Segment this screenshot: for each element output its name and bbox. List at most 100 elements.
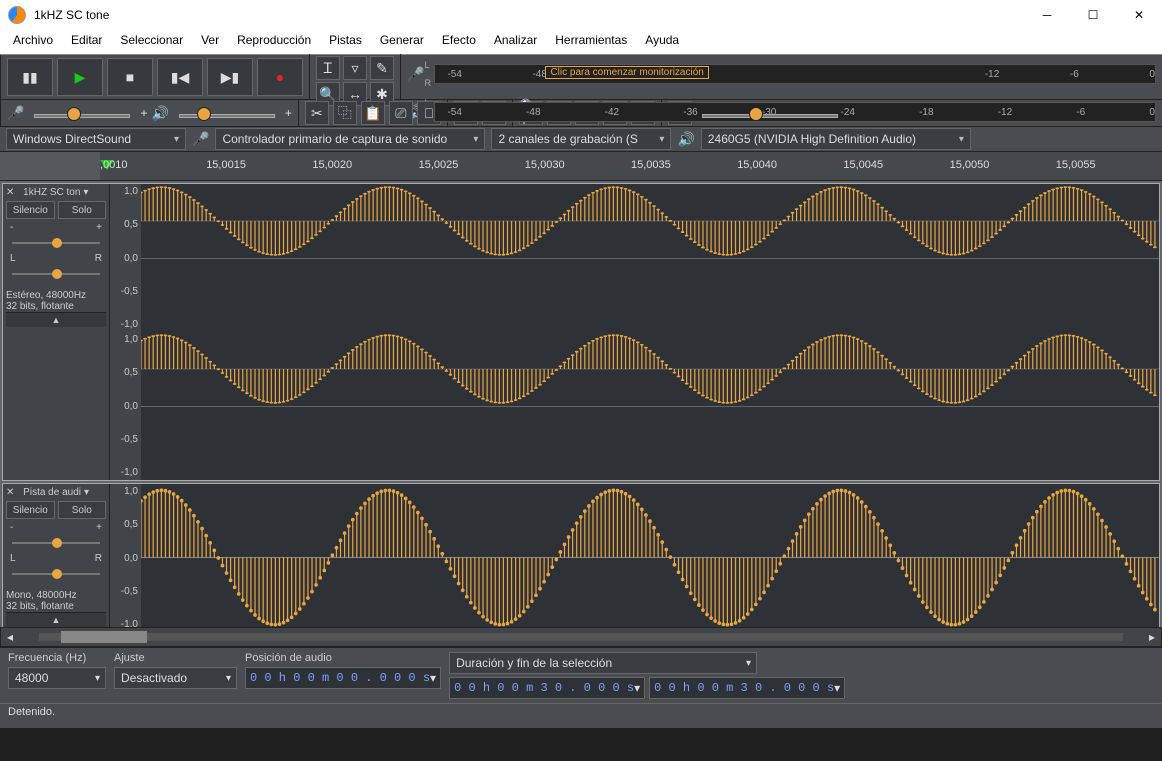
track: ✕ 1kHZ SC ton▾ SilencioSolo -+ LR Estére… <box>2 183 1160 481</box>
menu-ayuda[interactable]: Ayuda <box>636 30 688 54</box>
menu-herramientas[interactable]: Herramientas <box>546 30 636 54</box>
tool-envelope-button[interactable]: ▿ <box>343 56 367 80</box>
menu-pistas[interactable]: Pistas <box>320 30 371 54</box>
track-panel: ✕ 1kHZ SC ton▾ SilencioSolo -+ LR Estére… <box>3 184 110 480</box>
audio-position-field[interactable]: 0 0 h 0 0 m 0 0 . 0 0 0 s▾ <box>245 667 441 689</box>
input-device-combo[interactable]: Controlador primario de captura de sonid… <box>215 128 485 150</box>
timeline-ruler[interactable]: ,001015,001515,002015,002515,003015,0035… <box>0 152 1162 181</box>
host-combo[interactable]: Windows DirectSound▾ <box>6 128 186 150</box>
scroll-right-icon[interactable]: ▸ <box>1143 630 1161 644</box>
waveform-view[interactable]: 1,00,50,0-0,5-1,01,00,50,0-0,5-1,0 <box>110 184 1159 480</box>
close-icon[interactable]: ✕ <box>6 187 14 198</box>
pause-button[interactable]: ▮▮ <box>7 58 53 96</box>
horizontal-scrollbar[interactable]: ◂ ▸ <box>0 627 1162 647</box>
status-text: Detenido. <box>8 706 55 718</box>
solo-button[interactable]: Solo <box>58 201 107 219</box>
menubar: Archivo Editar Seleccionar Ver Reproducc… <box>0 30 1162 55</box>
scrollbar-thumb[interactable] <box>61 631 148 643</box>
output-device-combo[interactable]: 2460G5 (NVIDIA High Definition Audio)▾ <box>701 128 971 150</box>
record-button[interactable]: ● <box>257 58 303 96</box>
track-panel: ✕ Pista de audi▾ SilencioSolo -+ LR Mono… <box>3 484 110 627</box>
chevron-down-icon: ▾ <box>659 134 664 145</box>
skip-end-icon: ▶▮ <box>221 70 239 84</box>
track-info: Mono, 48000Hz <box>6 590 106 601</box>
track-info: Estéreo, 48000Hz <box>6 290 106 301</box>
trim-icon: ⎚ <box>395 106 406 120</box>
menu-seleccionar[interactable]: Seleccionar <box>111 30 192 54</box>
status-bar: Detenido. <box>0 703 1162 728</box>
snap-label: Ajuste <box>114 652 237 664</box>
multi-icon: ✱ <box>376 87 388 101</box>
playback-volume-slider[interactable] <box>177 105 277 121</box>
track-area: ✕ 1kHZ SC ton▾ SilencioSolo -+ LR Estére… <box>0 181 1162 627</box>
track-menu-button[interactable]: ▾ <box>83 187 88 198</box>
monitor-hint: Clic para comenzar monitorización <box>545 66 708 79</box>
pause-icon: ▮▮ <box>22 70 37 84</box>
solo-button[interactable]: Solo <box>58 501 107 519</box>
window-close-button[interactable]: ✕ <box>1116 0 1162 30</box>
chevron-down-icon: ▾ <box>95 673 100 684</box>
skip-start-button[interactable]: ▮◀ <box>157 58 203 96</box>
silence-icon: ⎕ <box>425 106 433 120</box>
close-icon[interactable]: ✕ <box>6 487 14 498</box>
track-collapse-button[interactable]: ▲ <box>6 312 106 327</box>
gain-slider[interactable] <box>12 537 100 549</box>
menu-ver[interactable]: Ver <box>192 30 228 54</box>
recording-volume-slider[interactable] <box>32 105 132 121</box>
track: ✕ Pista de audi▾ SilencioSolo -+ LR Mono… <box>2 483 1160 627</box>
trim-button[interactable]: ⎚ <box>389 101 413 125</box>
window-title: 1kHZ SC tone <box>34 8 109 22</box>
pos-label: Posición de audio <box>245 652 441 664</box>
timeline-label: 15,0025 <box>419 159 459 171</box>
speaker-icon: 🔊 <box>677 132 694 146</box>
menu-generar[interactable]: Generar <box>371 30 433 54</box>
chevron-down-icon: ▾ <box>226 673 231 684</box>
track-info: 32 bits, flotante <box>6 601 106 612</box>
recording-meter[interactable]: -54-48-42-12-60 Clic para comenzar monit… <box>434 64 1156 84</box>
menu-efecto[interactable]: Efecto <box>433 30 485 54</box>
window-maximize-button[interactable]: ☐ <box>1070 0 1116 30</box>
snap-combo[interactable]: Desactivado▾ <box>114 667 237 689</box>
cut-button[interactable]: ✂ <box>305 101 329 125</box>
window-titlebar: 1kHZ SC tone ─ ☐ ✕ <box>0 0 1162 30</box>
track-menu-button[interactable]: ▾ <box>84 487 89 498</box>
timeline-label: 15,0020 <box>312 159 352 171</box>
tool-select-button[interactable]: Ꮖ <box>316 56 340 80</box>
menu-reproduccion[interactable]: Reproducción <box>228 30 320 54</box>
window-minimize-button[interactable]: ─ <box>1024 0 1070 30</box>
stop-icon: ■ <box>126 70 134 84</box>
copy-button[interactable]: ⿻ <box>333 101 357 125</box>
play-speed-slider[interactable] <box>700 105 840 121</box>
play-button[interactable]: ▶ <box>57 58 103 96</box>
amplitude-scale: 1,00,50,0-0,5-1,0 <box>110 332 141 480</box>
pan-slider[interactable] <box>12 568 100 580</box>
selection-start-field[interactable]: 0 0 h 0 0 m 3 0 . 0 0 0 s▾ <box>449 677 645 699</box>
speaker-icon: 🔊 <box>151 106 168 120</box>
duration-mode-combo[interactable]: Duración y fin de la selección▾ <box>449 652 757 674</box>
waveform-view[interactable]: 1,00,50,0-0,5-1,0 <box>110 484 1159 627</box>
paste-button[interactable]: 📋 <box>361 101 385 125</box>
menu-archivo[interactable]: Archivo <box>4 30 62 54</box>
stop-button[interactable]: ■ <box>107 58 153 96</box>
menu-editar[interactable]: Editar <box>62 30 111 54</box>
chevron-down-icon: ▾ <box>959 134 964 145</box>
pan-slider[interactable] <box>12 268 100 280</box>
skip-start-icon: ▮◀ <box>171 70 189 84</box>
pencil-icon: ✎ <box>376 61 388 75</box>
scroll-left-icon[interactable]: ◂ <box>1 630 19 644</box>
input-channels-combo[interactable]: 2 canales de grabación (S▾ <box>491 128 671 150</box>
timeline-label: 15,0040 <box>737 159 777 171</box>
menu-analizar[interactable]: Analizar <box>485 30 546 54</box>
transport-toolbar: ▮▮ ▶ ■ ▮◀ ▶▮ ● Ꮖ ▿ ✎ 🔍 ↔ ✱ 🎤 LR -54-48-4… <box>0 55 1162 100</box>
tool-draw-button[interactable]: ✎ <box>370 56 394 80</box>
track-collapse-button[interactable]: ▲ <box>6 612 106 627</box>
selection-end-field[interactable]: 0 0 h 0 0 m 3 0 . 0 0 0 s▾ <box>649 677 845 699</box>
freq-combo[interactable]: 48000▾ <box>8 667 106 689</box>
timeline-label: ,0010 <box>100 159 128 171</box>
mute-button[interactable]: Silencio <box>6 501 55 519</box>
gain-slider[interactable] <box>12 237 100 249</box>
skip-end-button[interactable]: ▶▮ <box>207 58 253 96</box>
mute-button[interactable]: Silencio <box>6 201 55 219</box>
timeline-label: 15,0015 <box>206 159 246 171</box>
timeshift-icon: ↔ <box>348 87 362 101</box>
